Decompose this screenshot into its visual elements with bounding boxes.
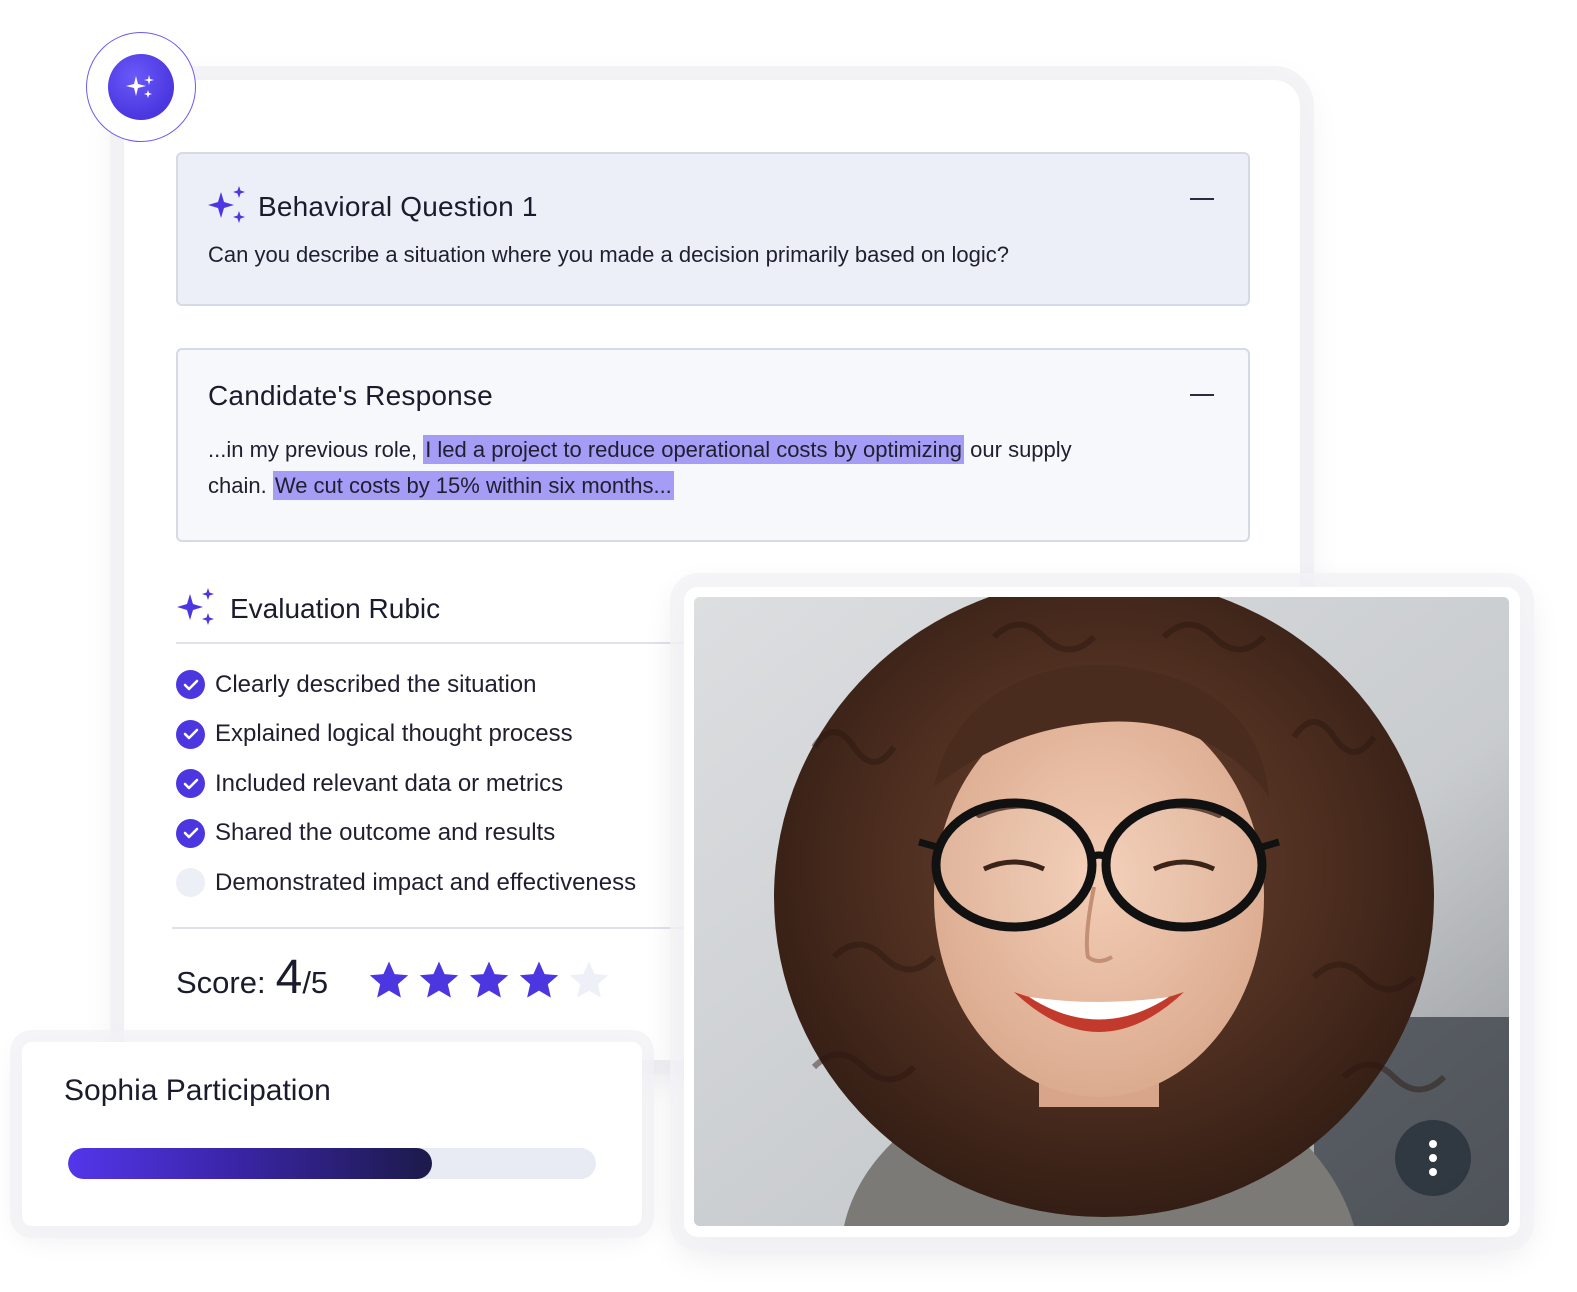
candidate-video[interactable] [694,597,1509,1226]
unchecked-circle-icon [176,868,205,898]
response-highlight-2: We cut costs by 15% within six months... [272,471,674,500]
score-value: 4 [275,951,303,1004]
participation-title: Sophia Participation [64,1074,331,1107]
star-empty-icon [569,961,609,998]
candidate-photo [694,597,1509,1226]
check-icon [176,719,205,749]
dot [1429,1140,1437,1148]
check-icon [176,670,205,700]
ai-badge [86,32,196,142]
rubric-item-label: Explained logical thought process [215,720,573,748]
dot [1429,1154,1437,1162]
star-filled-icon [519,961,559,998]
question-card: Behavioral Question 1 Can you describe a… [176,152,1250,306]
rubric-title: Evaluation Rubic [230,592,441,624]
video-frame [684,587,1520,1237]
check-icon [176,769,205,799]
more-vertical-icon[interactable] [1395,1120,1471,1196]
star-filled-icon [419,961,459,998]
rubric-item: Included relevant data or metrics [176,759,636,809]
response-card: Candidate's Response ...in my previous r… [176,348,1250,542]
participation-progress-fill [68,1148,433,1179]
star-filled-icon [369,961,409,998]
collapse-question-button[interactable] [1190,198,1214,200]
stage: Behavioral Question 1 Can you describe a… [0,0,1577,1292]
rubric-item-label: Demonstrated impact and effectiveness [215,868,637,896]
rubric-header: Evaluation Rubic [176,586,440,631]
ai-sparkles-icon [108,54,174,120]
rubric-item-label: Clearly described the situation [215,670,537,698]
collapse-response-button[interactable] [1190,394,1214,396]
rubric-item: Shared the outcome and results [176,809,636,859]
rubric-item: Demonstrated impact and effectiveness [176,858,636,908]
score-label: Score: [176,965,266,1000]
rubric-item: Explained logical thought process [176,710,636,760]
question-title: Behavioral Question 1 [258,190,538,222]
participation-progress-track [68,1148,596,1179]
sparkles-icon [176,586,216,631]
rubric-item: Clearly described the situation [176,660,636,710]
sparkles-icon [208,184,246,229]
star-rating [366,958,612,1004]
score-row: Score: 4 /5 [176,950,328,1005]
star-filled-icon [469,961,509,998]
response-highlight-1: I led a project to reduce operational co… [423,435,965,464]
score-divider [172,927,696,929]
participation-card: Sophia Participation [22,1042,642,1226]
rubric-item-label: Included relevant data or metrics [215,769,564,797]
response-text-before: ...in my previous role, [208,437,424,462]
rubric-list: Clearly described the situation Explaine… [176,660,636,908]
score-max: /5 [302,965,329,1000]
check-icon [176,818,205,848]
rubric-divider [176,642,696,644]
response-text: ...in my previous role, I led a project … [208,432,1108,504]
response-title: Candidate's Response [208,380,493,411]
rubric-item-label: Shared the outcome and results [215,819,556,847]
question-text: Can you describe a situation where you m… [208,242,1010,267]
dot [1429,1168,1437,1176]
